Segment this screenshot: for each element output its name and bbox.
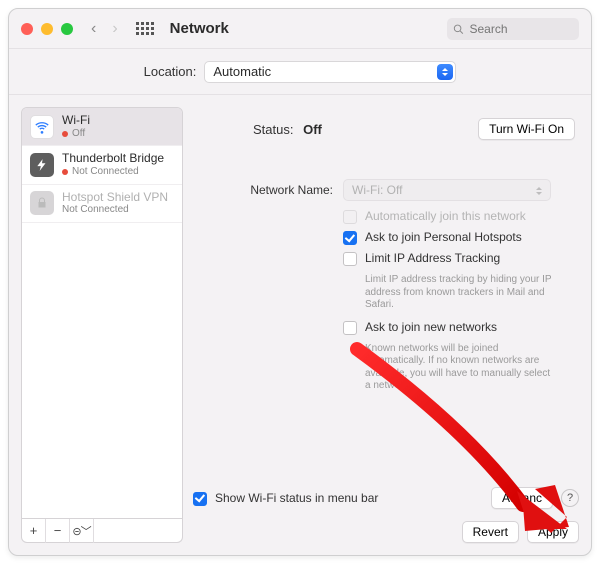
forward-button: › bbox=[104, 18, 125, 40]
auto-join-checkbox bbox=[343, 210, 357, 224]
network-name-row: Network Name: Wi-Fi: Off bbox=[193, 179, 579, 201]
search-input[interactable] bbox=[468, 21, 574, 37]
status-dot-icon bbox=[62, 131, 68, 137]
search-icon bbox=[453, 23, 464, 35]
window-title: Network bbox=[170, 20, 229, 37]
location-label: Location: bbox=[144, 64, 197, 79]
sidebar-item-label: Wi-Fi bbox=[62, 114, 90, 128]
network-list: Wi-Fi Off Thunderbolt Bridge Not Connect… bbox=[21, 107, 183, 519]
sidebar-item-hotspot-vpn[interactable]: Hotspot Shield VPN Not Connected bbox=[22, 185, 182, 223]
personal-hotspots-label: Ask to join Personal Hotspots bbox=[365, 230, 522, 244]
window-controls bbox=[21, 23, 73, 35]
apply-button[interactable]: Apply bbox=[527, 521, 579, 543]
chevron-updown-icon bbox=[437, 64, 453, 80]
thunderbolt-icon bbox=[30, 153, 54, 177]
ask-new-help: Known networks will be joined automatica… bbox=[365, 343, 555, 393]
search-field[interactable] bbox=[447, 18, 579, 40]
location-select[interactable]: Automatic bbox=[204, 61, 456, 83]
network-name-select: Wi-Fi: Off bbox=[343, 179, 551, 201]
wifi-icon bbox=[30, 115, 54, 139]
limit-ip-checkbox[interactable] bbox=[343, 252, 357, 266]
limit-ip-row: Limit IP Address Tracking bbox=[343, 251, 579, 266]
body: Wi-Fi Off Thunderbolt Bridge Not Connect… bbox=[9, 95, 591, 555]
sidebar-footer: + − ⊝﹀ bbox=[21, 519, 183, 543]
sidebar-item-wifi[interactable]: Wi-Fi Off bbox=[22, 108, 182, 146]
help-button[interactable]: ? bbox=[561, 489, 579, 507]
limit-ip-label: Limit IP Address Tracking bbox=[365, 251, 500, 265]
network-name-label: Network Name: bbox=[193, 183, 343, 197]
sidebar: Wi-Fi Off Thunderbolt Bridge Not Connect… bbox=[21, 107, 183, 543]
limit-ip-help: Limit IP address tracking by hiding your… bbox=[365, 274, 555, 312]
network-actions-menu[interactable]: ⊝﹀ bbox=[70, 519, 94, 543]
add-network-button[interactable]: + bbox=[22, 519, 46, 543]
titlebar: ‹ › Network bbox=[9, 9, 591, 49]
zoom-icon[interactable] bbox=[61, 23, 73, 35]
auto-join-label: Automatically join this network bbox=[365, 209, 526, 223]
status-dot-icon bbox=[62, 169, 68, 175]
menubar-row: Show Wi-Fi status in menu bar Advanc ? bbox=[193, 487, 579, 509]
network-name-value: Wi-Fi: Off bbox=[352, 183, 402, 197]
chevron-updown-icon bbox=[532, 184, 546, 198]
personal-hotspots-row: Ask to join Personal Hotspots bbox=[343, 230, 579, 245]
ask-new-checkbox[interactable] bbox=[343, 321, 357, 335]
bottom-area: Show Wi-Fi status in menu bar Advanc ? R… bbox=[193, 487, 579, 543]
show-menubar-label: Show Wi-Fi status in menu bar bbox=[215, 491, 378, 505]
minimize-icon[interactable] bbox=[41, 23, 53, 35]
sidebar-item-label: Hotspot Shield VPN bbox=[62, 191, 168, 205]
status-row: Status: Off Turn Wi-Fi On bbox=[193, 107, 579, 151]
personal-hotspots-checkbox[interactable] bbox=[343, 231, 357, 245]
turn-wifi-on-button[interactable]: Turn Wi-Fi On bbox=[478, 118, 575, 140]
content: Status: Off Turn Wi-Fi On Network Name: … bbox=[193, 107, 579, 543]
ask-new-label: Ask to join new networks bbox=[365, 320, 497, 334]
location-row: Location: Automatic bbox=[9, 49, 591, 95]
status-value: Off bbox=[303, 122, 322, 137]
show-all-icon[interactable] bbox=[136, 22, 154, 35]
back-button[interactable]: ‹ bbox=[83, 18, 104, 40]
close-icon[interactable] bbox=[21, 23, 33, 35]
advanced-button[interactable]: Advanc bbox=[491, 487, 553, 509]
ask-new-row: Ask to join new networks bbox=[343, 320, 579, 335]
network-prefs-window: ‹ › Network Location: Automatic bbox=[8, 8, 592, 556]
remove-network-button[interactable]: − bbox=[46, 519, 70, 543]
auto-join-row: Automatically join this network bbox=[343, 209, 579, 224]
sidebar-item-thunderbolt[interactable]: Thunderbolt Bridge Not Connected bbox=[22, 146, 182, 184]
sidebar-item-label: Thunderbolt Bridge bbox=[62, 152, 164, 166]
location-value: Automatic bbox=[213, 64, 271, 79]
lock-icon bbox=[30, 191, 54, 215]
action-row: Revert Apply bbox=[193, 521, 579, 543]
revert-button[interactable]: Revert bbox=[462, 521, 519, 543]
status-label: Status: bbox=[253, 122, 293, 137]
show-menubar-checkbox[interactable] bbox=[193, 492, 207, 506]
